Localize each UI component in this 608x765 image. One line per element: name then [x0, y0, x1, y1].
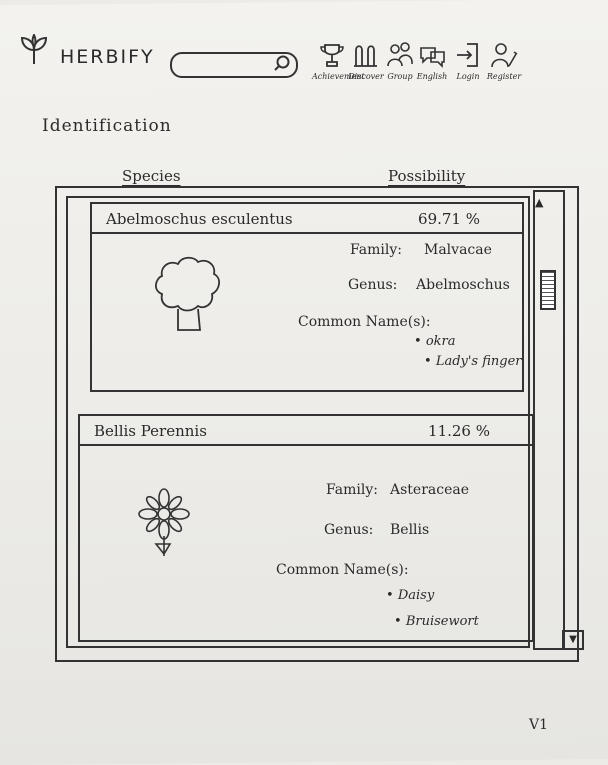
brand-name[interactable]: HERBIFY	[60, 46, 155, 68]
family-label: Family:	[326, 482, 378, 498]
scrollbar-thumb[interactable]	[540, 270, 556, 310]
common-names-label: Common Name(s):	[276, 562, 409, 578]
nav-label: Login	[456, 72, 480, 81]
nav-label: English	[416, 72, 448, 81]
species-name: Bellis Perennis	[94, 422, 207, 440]
common-names-label: Common Name(s):	[298, 314, 431, 330]
tree-icon	[155, 256, 220, 331]
nav-login[interactable]: Login	[448, 40, 488, 81]
species-name: Abelmoschus esculentus	[106, 210, 293, 228]
result-card-header[interactable]: Bellis Perennis 11.26 %	[80, 416, 532, 446]
language-icon	[420, 47, 445, 68]
search-icon[interactable]	[272, 53, 292, 73]
genus-value: Bellis	[390, 522, 430, 538]
possibility-value: 11.26 %	[428, 422, 490, 440]
result-card[interactable]: Bellis Perennis 11.26 % Family: Asterace…	[78, 414, 534, 642]
herbify-logo-icon[interactable]	[18, 34, 50, 66]
discover-icon	[354, 45, 377, 67]
scroll-down-icon[interactable]: ▼	[562, 630, 584, 650]
flower-icon	[138, 488, 190, 556]
genus-label: Genus:	[348, 277, 398, 293]
genus-label: Genus:	[324, 522, 374, 538]
page-title: Identification	[42, 116, 172, 136]
result-card-header[interactable]: Abelmoschus esculentus 69.71 %	[92, 204, 522, 234]
scroll-up-icon[interactable]: ▲	[535, 196, 543, 209]
result-card[interactable]: Abelmoschus esculentus 69.71 % Family: M…	[90, 202, 524, 392]
scrollbar-track[interactable]	[533, 190, 565, 650]
possibility-value: 69.71 %	[418, 210, 480, 228]
trophy-icon	[320, 44, 344, 67]
family-value: Malvacae	[424, 242, 492, 258]
family-label: Family:	[350, 242, 402, 258]
login-icon	[457, 43, 478, 67]
column-header-possibility[interactable]: Possibility	[388, 167, 465, 185]
column-header-species[interactable]: Species	[122, 167, 181, 185]
common-name-item: • okra	[414, 334, 456, 349]
common-name-item: • Lady's finger	[424, 354, 522, 369]
genus-value: Abelmoschus	[416, 277, 510, 293]
family-value: Asteraceae	[390, 482, 470, 498]
nav-label: Register	[486, 72, 522, 81]
common-name-item: • Daisy	[386, 588, 435, 603]
group-icon	[387, 42, 413, 67]
register-icon	[491, 43, 518, 68]
nav-register[interactable]: Register	[484, 40, 524, 81]
nav-english[interactable]: English	[412, 40, 452, 81]
common-name-item: • Bruisewort	[394, 614, 479, 629]
sketch-mark: V1	[528, 717, 548, 733]
